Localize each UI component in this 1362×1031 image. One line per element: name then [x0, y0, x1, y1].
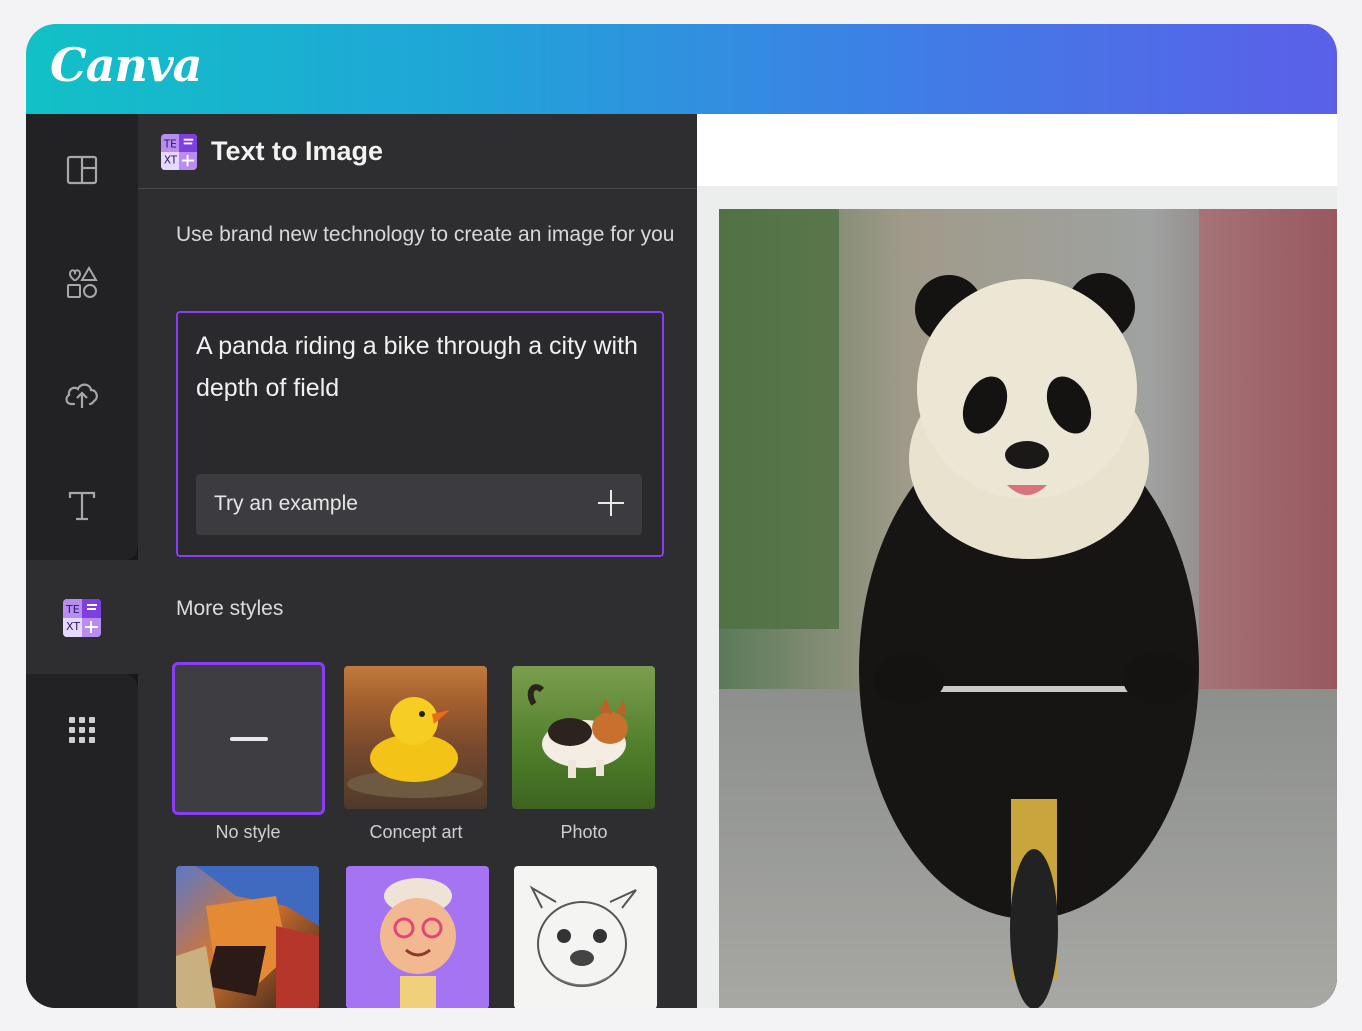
svg-text:TE: TE	[163, 138, 177, 150]
side-rail: TE XT	[26, 114, 138, 1008]
try-an-example-button[interactable]: Try an example	[196, 474, 642, 535]
text-to-image-panel: TE XT Text to Image Use brand new techno…	[138, 114, 697, 1008]
prompt-value[interactable]: A panda riding a bike through a city wit…	[196, 325, 646, 409]
style-tile-3d-character[interactable]	[346, 866, 489, 1008]
svg-text:XT: XT	[66, 620, 80, 633]
canvas-area	[697, 114, 1337, 1008]
panel-description: Use brand new technology to create an im…	[176, 223, 675, 246]
page-title: Text to Image	[211, 136, 384, 166]
sidebar-item-elements[interactable]	[52, 252, 112, 312]
style-tile-no-style[interactable]	[172, 662, 325, 815]
character-thumbnail	[380, 878, 456, 1008]
sketch-dog-thumbnail	[529, 885, 637, 987]
style-label: Photo	[560, 822, 608, 842]
sidebar-item-apps[interactable]	[52, 700, 112, 760]
panda-bike-image	[719, 209, 1337, 1008]
sidebar-item-templates[interactable]	[52, 140, 112, 200]
style-tile-concept-art[interactable]	[344, 666, 487, 809]
sidebar-item-uploads[interactable]	[52, 364, 112, 424]
style-tile-cubist-portrait[interactable]	[176, 866, 319, 1008]
canva-logo[interactable]: Canva	[50, 38, 202, 92]
style-tile-photo[interactable]	[512, 666, 655, 809]
style-label: No style	[215, 822, 281, 842]
prompt-textarea[interactable]: A panda riding a bike through a city wit…	[176, 311, 664, 557]
try-an-example-label: Try an example	[214, 492, 358, 515]
svg-text:XT: XT	[164, 154, 178, 166]
text-icon	[68, 491, 96, 521]
dog-thumbnail	[527, 684, 628, 778]
panel-header: TE XT Text to Image	[138, 114, 697, 189]
sidebar-item-text[interactable]	[52, 476, 112, 536]
style-tile-sketch[interactable]	[514, 866, 657, 1008]
styles-heading: More styles	[176, 597, 284, 620]
generated-image[interactable]	[719, 209, 1337, 1008]
svg-text:TE: TE	[65, 603, 80, 616]
duck-thumbnail	[347, 697, 483, 798]
plus-icon	[598, 490, 624, 516]
sidebar-item-text-to-image[interactable]: TE XT	[52, 588, 112, 648]
layout-panel-icon	[66, 155, 98, 185]
canvas-toolbar	[697, 114, 1337, 186]
apps-grid-icon	[69, 717, 95, 743]
top-bar: Canva	[26, 24, 1337, 114]
text-to-image-app-icon: TE XT	[63, 599, 101, 637]
canva-app-window: Canva TE XT TE XT Text to Image Use bran…	[26, 24, 1337, 1008]
style-label: Concept art	[369, 822, 463, 842]
upload-cloud-icon	[65, 383, 98, 408]
dash-icon	[230, 737, 268, 741]
text-to-image-app-icon: TE XT	[161, 134, 197, 170]
elements-shapes-icon	[67, 266, 98, 298]
portrait-thumbnail	[176, 866, 319, 1008]
